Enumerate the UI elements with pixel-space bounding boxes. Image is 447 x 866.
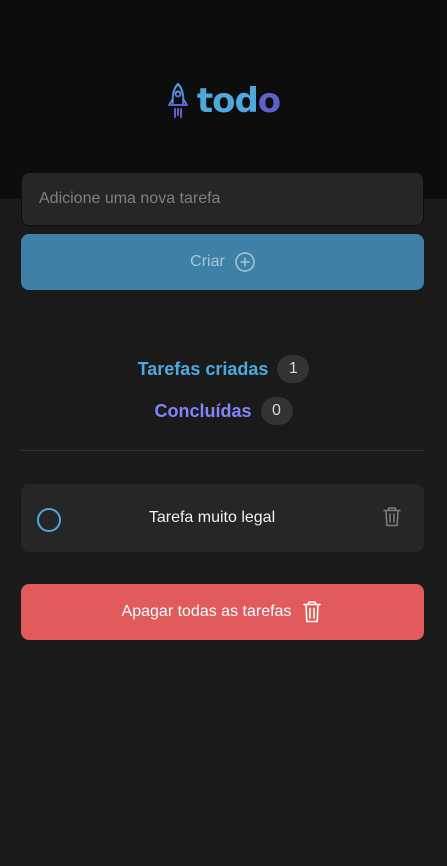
new-task-placeholder: Adicione uma nova tarefa xyxy=(39,190,221,207)
create-task-button[interactable]: Criar xyxy=(21,234,424,290)
divider xyxy=(21,450,424,451)
completed-tasks-count: 0 xyxy=(260,397,293,425)
created-tasks-counter: Tarefas criadas 1 xyxy=(0,354,447,384)
completed-tasks-label: Concluídas xyxy=(154,400,252,421)
task-item: Tarefa muito legal xyxy=(21,484,424,552)
delete-all-label: Apagar todas as tarefas xyxy=(121,603,292,620)
task-text: Tarefa muito legal xyxy=(148,509,276,526)
logo-text: todo xyxy=(196,81,281,121)
logo-text-accent: o xyxy=(257,81,281,121)
app-logo: todo xyxy=(0,78,447,124)
delete-all-tasks-button[interactable]: Apagar todas as tarefas xyxy=(21,584,424,640)
created-tasks-count: 1 xyxy=(277,355,310,383)
completed-tasks-counter: Concluídas 0 xyxy=(0,396,447,426)
plus-circle-icon xyxy=(235,252,255,272)
trash-icon[interactable] xyxy=(381,506,403,528)
trash-icon xyxy=(303,601,322,623)
new-task-input[interactable]: Adicione uma nova tarefa xyxy=(21,172,424,226)
created-tasks-label: Tarefas criadas xyxy=(137,358,269,379)
rocket-icon xyxy=(167,83,188,118)
create-button-label: Criar xyxy=(190,253,225,270)
